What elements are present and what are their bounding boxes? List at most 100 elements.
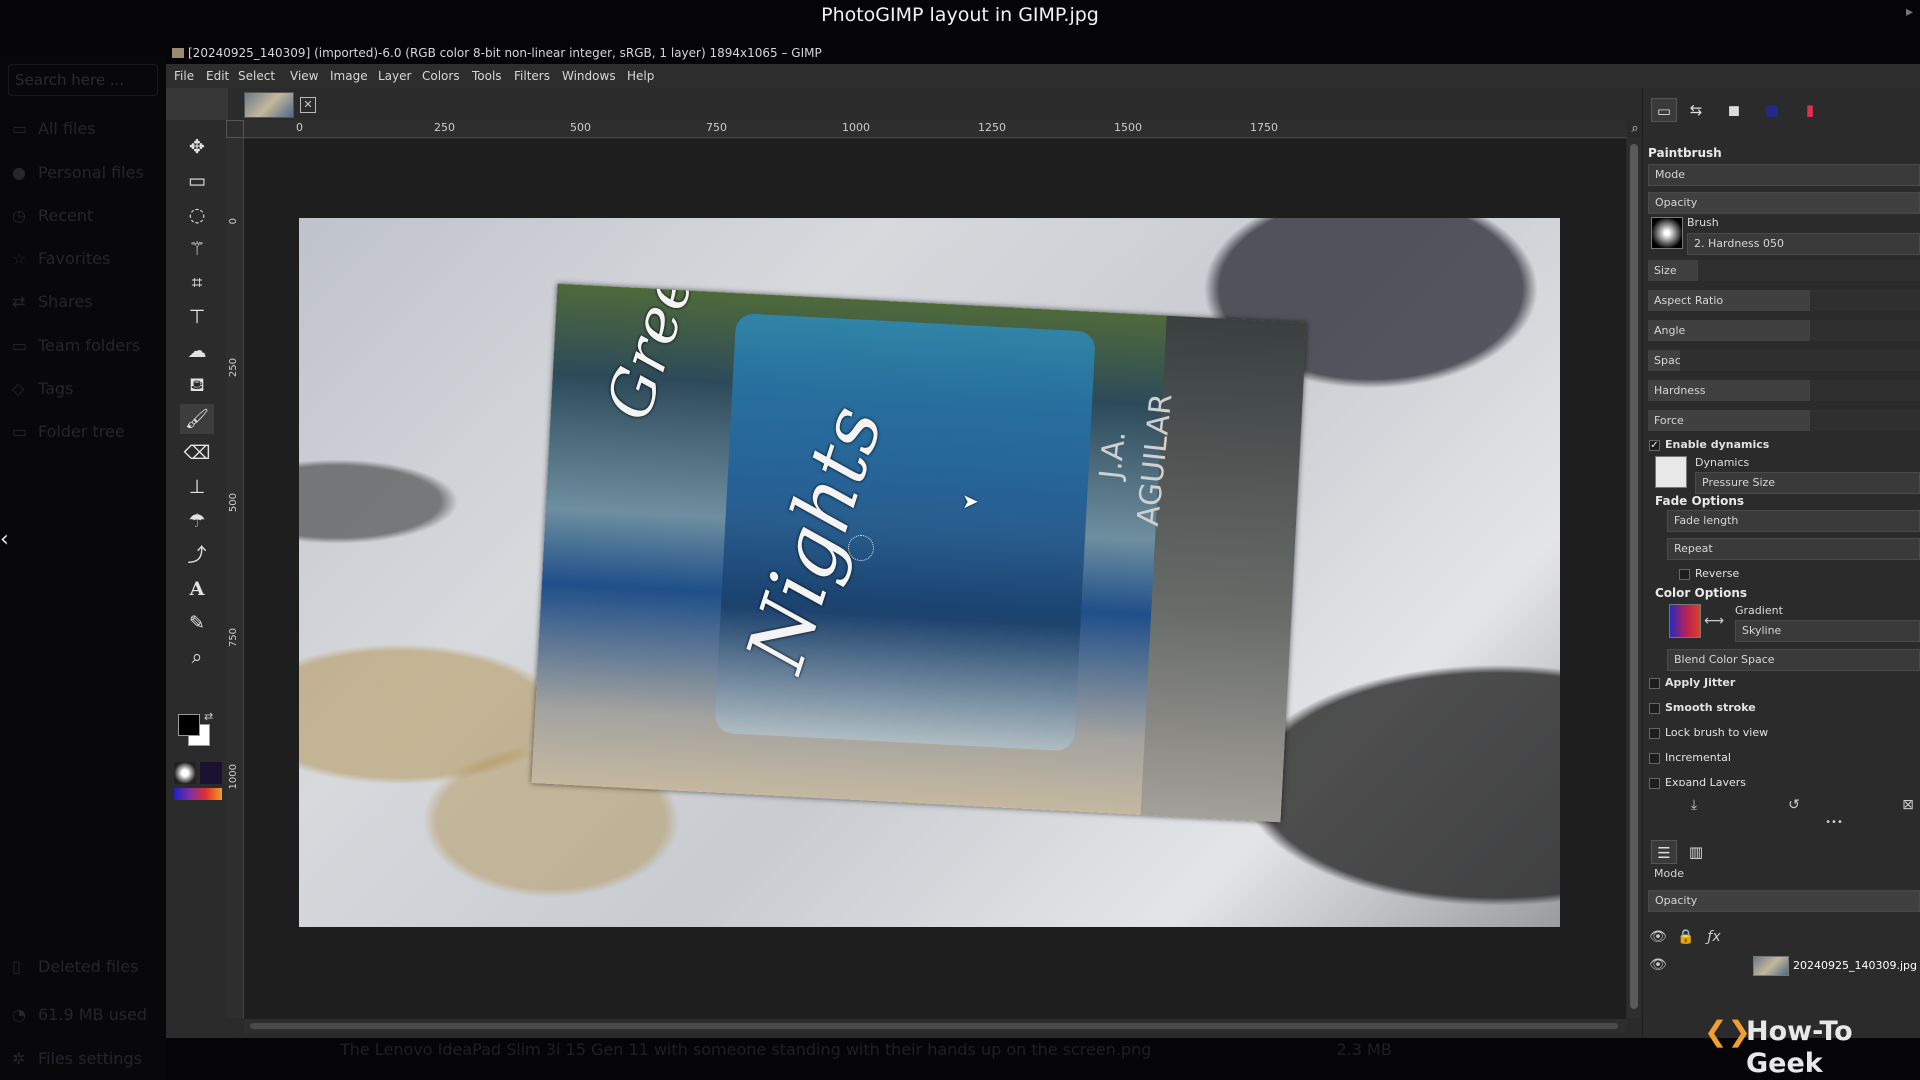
sidebar-item-team-folders[interactable]: ▭ Team folders: [12, 333, 140, 359]
sidebar-item-deleted-files[interactable]: ▯ Deleted files: [12, 954, 139, 980]
menu-filters[interactable]: Filters: [514, 64, 550, 88]
horizontal-scrollbar[interactable]: [244, 1019, 1627, 1033]
layer-mode-select[interactable]: Mode: [1648, 864, 1920, 886]
lock-brush-checkbox[interactable]: [1649, 728, 1660, 739]
size-slider[interactable]: Size: [1648, 260, 1920, 281]
menu-file[interactable]: File: [174, 64, 194, 88]
layers-tab-icon[interactable]: ☰: [1651, 840, 1677, 864]
menu-help[interactable]: Help: [627, 64, 654, 88]
paintbrush-tool-icon[interactable]: 🖌: [180, 404, 214, 434]
lasso-tool-icon[interactable]: ◌: [180, 200, 214, 230]
sidebar-item-folder-tree[interactable]: ▭ Folder tree: [12, 419, 125, 445]
save-options-icon[interactable]: ⤓: [1683, 794, 1705, 816]
repeat-select[interactable]: Repeat: [1667, 538, 1920, 560]
force-slider[interactable]: Force: [1648, 410, 1920, 431]
force-slider-track[interactable]: [1810, 410, 1920, 431]
vertical-ruler[interactable]: 0 250 500 750 1000: [226, 138, 244, 1018]
color-options-header[interactable]: Color Options: [1655, 586, 1747, 600]
image-canvas[interactable]: Greenville Nights J.A. AGUILAR ➤: [299, 218, 1560, 927]
clone-tool-icon[interactable]: ⊥: [180, 472, 214, 502]
close-icon[interactable]: ✕: [300, 97, 316, 113]
horizontal-ruler[interactable]: 0 250 500 750 1000 1250 1500 1750: [244, 120, 1627, 138]
paths-tool-icon[interactable]: ⤴: [180, 540, 214, 570]
menu-view[interactable]: View: [290, 64, 318, 88]
crop-tool-icon[interactable]: ⌗: [180, 268, 214, 298]
mode-select[interactable]: Mode: [1648, 164, 1920, 186]
text-tool-icon[interactable]: A: [180, 574, 214, 604]
enable-dynamics-checkbox[interactable]: ✓: [1649, 440, 1660, 451]
fade-options-header[interactable]: Fade Options: [1655, 494, 1744, 508]
move-tool-icon[interactable]: ✥: [180, 132, 214, 162]
sidebar-item-all-files[interactable]: ▭ All files: [12, 116, 96, 142]
spacing-slider[interactable]: Spacing: [1648, 350, 1920, 371]
gradient-preview[interactable]: [1669, 604, 1701, 638]
effects-fx-icon[interactable]: ƒx: [1703, 926, 1725, 948]
foreground-color-swatch[interactable]: [178, 714, 200, 736]
tool-options-tab-icon[interactable]: ▭: [1651, 98, 1677, 122]
scrollbar-thumb[interactable]: [250, 1023, 1618, 1029]
visibility-header-eye-icon[interactable]: 👁: [1647, 926, 1669, 948]
vertical-scrollbar[interactable]: [1627, 138, 1641, 1018]
sidebar-item-favorites[interactable]: ☆ Favorites: [12, 246, 110, 272]
blend-color-space-select[interactable]: Blend Color Space: [1667, 649, 1920, 671]
incremental-checkbox[interactable]: [1649, 753, 1660, 764]
layer-opacity-slider[interactable]: Opacity: [1648, 890, 1920, 912]
sidebar-item-shares[interactable]: ⇄ Shares: [12, 289, 93, 315]
layer-visibility-eye-icon[interactable]: 👁: [1647, 954, 1669, 976]
spacing-slider-track[interactable]: [1680, 350, 1920, 371]
layer-row[interactable]: 👁 20240925_140309.jpg: [1643, 954, 1920, 978]
brush-select[interactable]: 2. Hardness 050: [1687, 233, 1920, 255]
active-gradient-preview[interactable]: [174, 788, 222, 800]
menu-colors[interactable]: Colors: [422, 64, 460, 88]
gradient-select[interactable]: Skyline: [1735, 620, 1920, 642]
panel-menu-icon[interactable]: •••: [1823, 812, 1845, 834]
menu-image[interactable]: Image: [330, 64, 368, 88]
layer-name[interactable]: 20240925_140309.jpg: [1793, 959, 1917, 972]
sidebar-item-tags[interactable]: ◇ Tags: [12, 376, 73, 402]
menu-layer[interactable]: Layer: [378, 64, 411, 88]
eraser-tool-icon[interactable]: ⌫: [180, 438, 214, 468]
scrollbar-thumb[interactable]: [1630, 144, 1638, 1009]
viewer-next-icon[interactable]: ▸: [1906, 4, 1918, 24]
reset-options-icon[interactable]: ↺: [1783, 794, 1805, 816]
previous-image-chevron-icon[interactable]: ‹: [0, 528, 14, 552]
transform-tool-icon[interactable]: ⊤: [180, 302, 214, 332]
sidebar-item-recent[interactable]: ◷ Recent: [12, 203, 93, 229]
menu-windows[interactable]: Windows: [562, 64, 616, 88]
brush-preview[interactable]: [1651, 217, 1683, 249]
size-slider-track[interactable]: [1698, 260, 1920, 281]
warp-tool-icon[interactable]: ☁: [180, 336, 214, 366]
patterns-tab-icon[interactable]: ■: [1759, 98, 1785, 122]
device-status-tab-icon[interactable]: ⇆: [1683, 98, 1709, 122]
angle-slider[interactable]: Angle: [1648, 320, 1920, 341]
aspect-ratio-slider-track[interactable]: [1810, 290, 1920, 311]
sidebar-item-files-settings[interactable]: ✲ Files settings: [12, 1046, 142, 1072]
smooth-stroke-checkbox[interactable]: [1649, 703, 1660, 714]
sidebar-item-personal-files[interactable]: ● Personal files: [12, 160, 144, 186]
active-brush-preview[interactable]: [174, 762, 196, 784]
close-panel-icon[interactable]: ⊠: [1897, 794, 1919, 816]
opacity-slider[interactable]: Opacity: [1648, 192, 1920, 214]
image-tab-thumbnail[interactable]: [244, 92, 294, 118]
bucket-fill-tool-icon[interactable]: ⛾: [180, 370, 214, 400]
reverse-gradient-icon[interactable]: ⟷: [1703, 610, 1725, 632]
color-picker-tool-icon[interactable]: ✎: [180, 608, 214, 638]
zoom-tool-icon[interactable]: ⌕: [180, 642, 214, 672]
canvas-area[interactable]: Greenville Nights J.A. AGUILAR ➤: [244, 139, 1626, 1019]
apply-jitter-checkbox[interactable]: [1649, 678, 1660, 689]
aspect-ratio-slider[interactable]: Aspect Ratio: [1648, 290, 1920, 311]
angle-slider-track[interactable]: [1810, 320, 1920, 341]
lock-icon[interactable]: 🔒: [1675, 926, 1697, 948]
brushes-tab-icon[interactable]: ◼: [1721, 98, 1747, 122]
menu-edit[interactable]: Edit: [206, 64, 229, 88]
smudge-tool-icon[interactable]: ☂: [180, 506, 214, 536]
channels-tab-icon[interactable]: ▥: [1683, 840, 1709, 864]
ruler-corner-button[interactable]: [226, 120, 244, 138]
gradients-tab-icon[interactable]: ▮: [1797, 98, 1823, 122]
reverse-checkbox[interactable]: [1679, 569, 1690, 580]
menu-tools[interactable]: Tools: [472, 64, 502, 88]
dynamics-select[interactable]: Pressure Size: [1695, 472, 1920, 494]
viewer-search-input[interactable]: Search here ...: [8, 64, 158, 96]
hardness-slider[interactable]: Hardness: [1648, 380, 1920, 401]
menu-select[interactable]: Select: [238, 64, 275, 88]
